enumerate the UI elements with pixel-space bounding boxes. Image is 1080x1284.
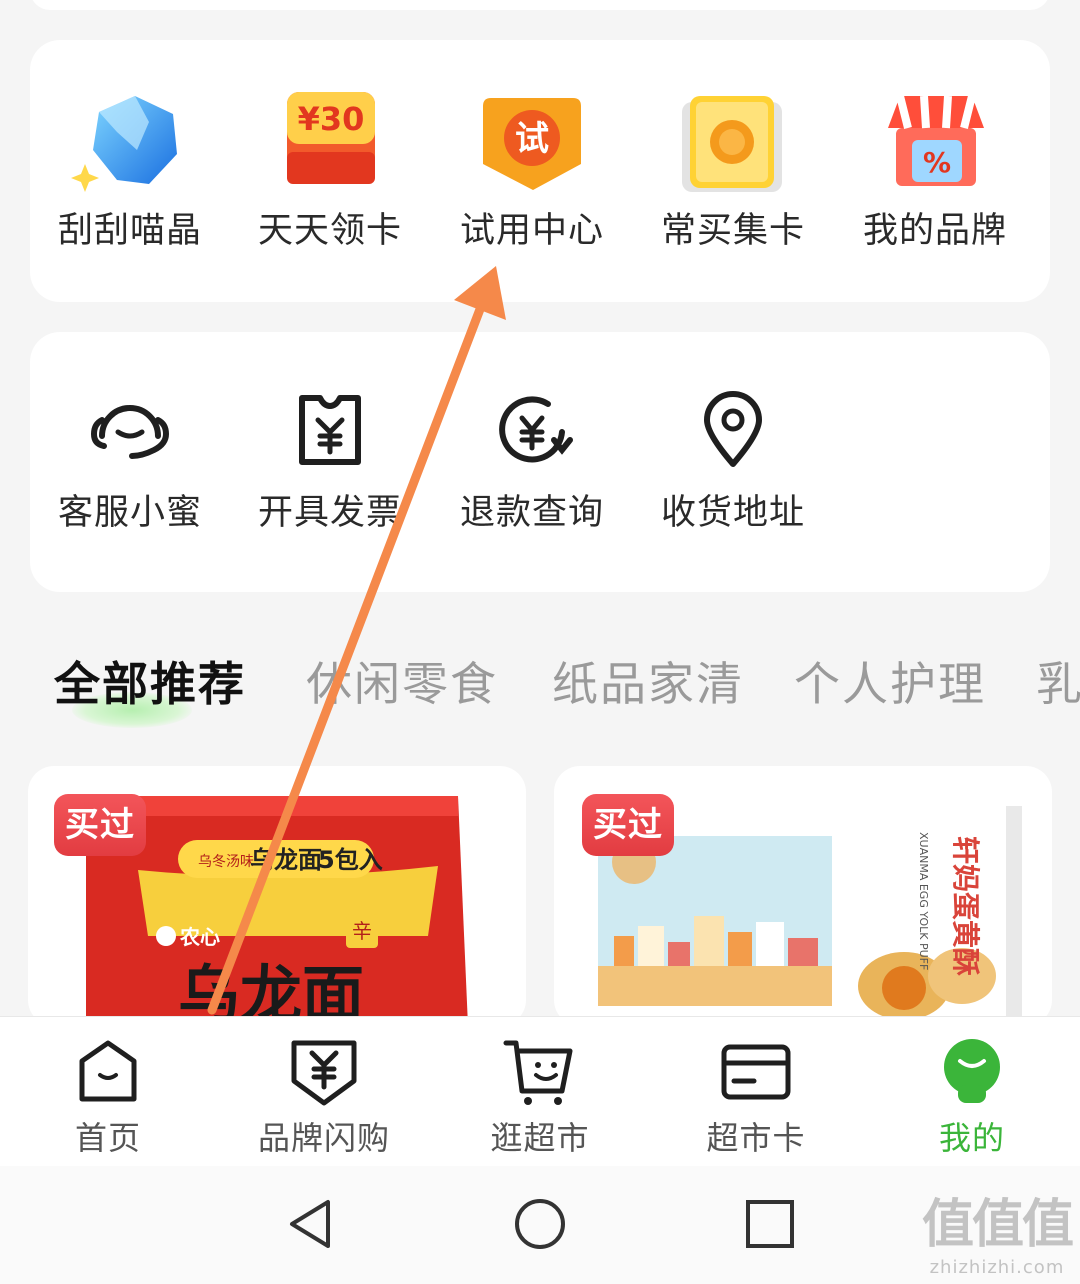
services-card: 客服小蜜 开具发票 退款查询 收货地址 — [30, 332, 1050, 592]
bought-badge: 买过 — [54, 794, 146, 856]
category-tabs: 全部推荐 休闲零食 纸品家清 个人护理 乳 — [0, 648, 1080, 728]
activity-label: 试用中心 — [459, 211, 604, 251]
noodle-name-small: 乌龙面 — [250, 846, 322, 874]
nav-home[interactable]: 首页 — [8, 1037, 208, 1159]
tab-personal-care[interactable]: 个人护理 — [794, 648, 986, 714]
nav-label: 我的 — [938, 1119, 1005, 1157]
tab-paper-cleaning[interactable]: 纸品家清 — [552, 648, 744, 714]
activity-item-crystal[interactable]: 刮刮喵晶 — [30, 92, 230, 253]
blue-crystal-icon — [71, 96, 177, 192]
service-label: 开具发票 — [257, 493, 402, 533]
nav-label: 逛超市 — [490, 1119, 590, 1157]
puff-brand-vertical: 轩妈蛋黄酥 — [949, 836, 982, 976]
activity-item-cookie-card[interactable]: 常买集卡 — [633, 92, 833, 253]
activity-label: 刮刮喵晶 — [57, 211, 202, 251]
noodle-brand: 农心 — [179, 925, 220, 949]
nav-label: 品牌闪购 — [257, 1119, 390, 1157]
watermark-url: zhizhizhi.com — [929, 1257, 1065, 1278]
tab-dairy[interactable]: 乳 — [1036, 648, 1080, 714]
activity-label: 天天领卡 — [257, 211, 402, 251]
watermark: 值值值 zhizhizhi.com — [921, 1182, 1074, 1278]
back-icon[interactable] — [284, 1196, 340, 1252]
bought-badge: 买过 — [582, 794, 674, 856]
location-pin-icon — [704, 391, 762, 467]
coupon-card-icon: ¥30 — [287, 92, 375, 184]
service-label: 退款查询 — [459, 493, 604, 533]
service-item-invoice[interactable]: 开具发票 — [230, 390, 430, 535]
service-item-refund[interactable]: 退款查询 — [432, 390, 632, 535]
activity-item-coupon[interactable]: ¥30 天天领卡 — [230, 92, 430, 253]
activity-item-brand[interactable]: % 我的品牌 — [835, 92, 1035, 253]
brand-flash-icon — [291, 1040, 357, 1106]
service-item-address[interactable]: 收货地址 — [633, 390, 833, 535]
service-label: 客服小蜜 — [57, 493, 202, 533]
brand-store-icon: % — [888, 95, 984, 186]
puff-brand-english: XUANMA EGG YOLK PUFF — [917, 832, 930, 970]
noodle-logo-char: 辛 — [352, 919, 372, 943]
activity-item-trial[interactable]: 试 试用中心 — [432, 92, 632, 253]
system-nav-bar: 值值值 zhizhizhi.com — [0, 1166, 1080, 1284]
nav-supermarket-card[interactable]: 超市卡 — [656, 1037, 856, 1159]
service-item-customer-service[interactable]: 客服小蜜 — [30, 390, 230, 535]
product-card[interactable]: 乌冬汤味 乌龙面 5包入 农心 辛 乌龙面 买过 — [28, 766, 526, 1026]
noodle-flavor-text: 乌冬汤味 — [198, 854, 254, 870]
customer-service-icon — [90, 405, 170, 459]
activities-card: 刮刮喵晶 ¥30 天天领卡 试 试用中心 常买集卡 % 我的品牌 — [30, 40, 1050, 302]
nav-label: 超市卡 — [706, 1119, 806, 1157]
watermark-main: 值值值 — [921, 1195, 1074, 1255]
activity-label: 我的品牌 — [862, 211, 1007, 251]
recent-apps-icon[interactable] — [742, 1196, 798, 1252]
tab-all-recommend[interactable]: 全部推荐 — [54, 648, 246, 714]
refund-icon — [499, 396, 573, 463]
previous-card-edge — [30, 0, 1050, 10]
home-button-icon[interactable] — [512, 1196, 568, 1252]
trial-badge-icon: 试 — [483, 98, 581, 190]
home-icon — [79, 1040, 137, 1102]
invoice-icon — [299, 395, 361, 465]
nav-brand-flash[interactable]: 品牌闪购 — [224, 1037, 424, 1159]
tab-snacks[interactable]: 休闲零食 — [306, 648, 498, 714]
percent-sign: % — [923, 146, 951, 179]
coupon-amount: ¥30 — [298, 100, 365, 138]
nav-label: 首页 — [74, 1119, 141, 1157]
profile-icon — [944, 1039, 1000, 1103]
product-card[interactable]: 轩妈蛋黄酥 XUANMA EGG YOLK PUFF 买过 — [554, 766, 1052, 1026]
trial-char: 试 — [515, 119, 549, 159]
nav-shop-supermarket[interactable]: 逛超市 — [440, 1037, 640, 1159]
card-icon — [721, 1044, 791, 1100]
noodle-pack-count: 5包入 — [318, 846, 383, 874]
activity-label: 常买集卡 — [660, 211, 805, 251]
bottom-nav: 首页 品牌闪购 逛超市 超市卡 我的 — [0, 1016, 1080, 1166]
cookie-card-icon — [682, 96, 782, 192]
service-label: 收货地址 — [660, 493, 805, 533]
shopping-cart-icon — [503, 1040, 573, 1105]
nav-mine[interactable]: 我的 — [872, 1037, 1072, 1159]
